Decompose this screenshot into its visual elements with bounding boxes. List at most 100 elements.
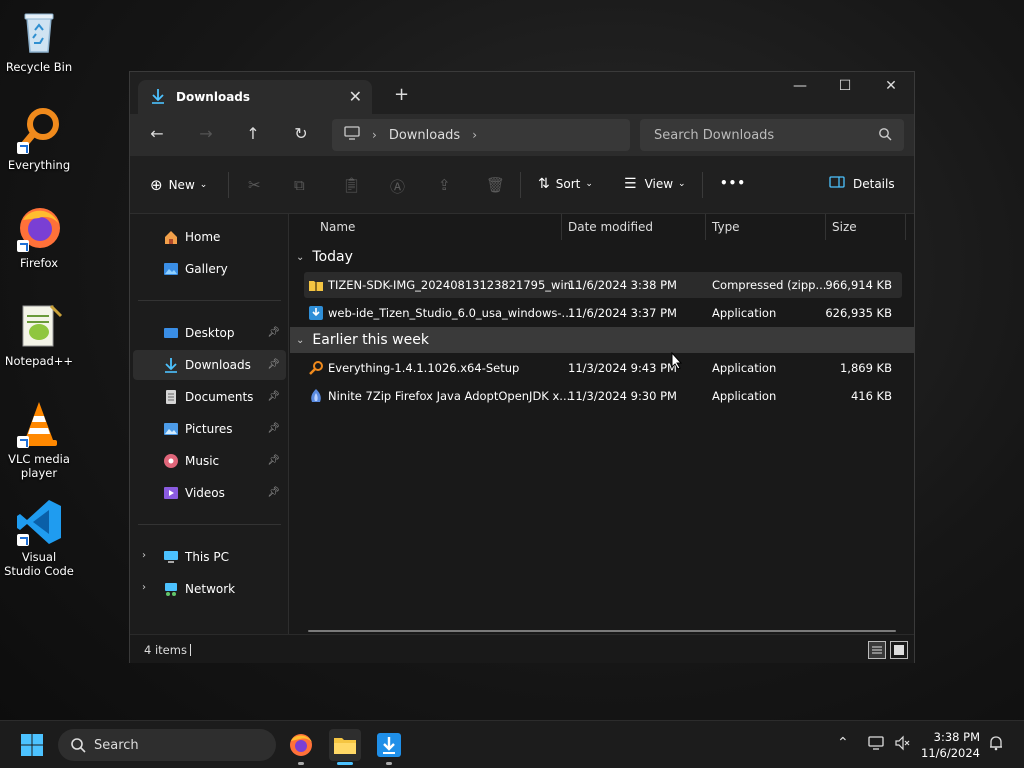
close-button[interactable]: ✕ xyxy=(876,78,906,94)
ninite-app-icon xyxy=(308,388,324,404)
group-header-earlier-this-week[interactable]: ⌄ Earlier this week xyxy=(290,327,914,353)
chevron-down-icon: ⌄ xyxy=(199,180,208,190)
tab-downloads[interactable]: Downloads ✕ xyxy=(138,80,372,114)
running-indicator xyxy=(386,762,392,765)
file-row[interactable]: Ninite 7Zip Firefox Java AdoptOpenJDK x.… xyxy=(304,383,902,409)
start-button[interactable] xyxy=(20,733,44,760)
cut-button[interactable]: ✂ xyxy=(248,176,261,194)
file-name: web-ide_Tizen_Studio_6.0_usa_windows-... xyxy=(328,306,573,320)
chevron-down-icon: ⌄ xyxy=(585,179,593,189)
file-row[interactable]: TIZEN-SDK-IMG_20240813123821795_win... 1… xyxy=(304,272,902,298)
sort-button[interactable]: ⇅ Sort ⌄ xyxy=(538,176,593,192)
view-button-label: View xyxy=(644,177,674,191)
mouse-cursor-icon xyxy=(671,351,683,373)
volume-muted-icon[interactable] xyxy=(894,735,910,755)
desktop-icon-everything[interactable]: Everything xyxy=(0,106,78,172)
video-icon xyxy=(163,485,179,501)
copy-button[interactable]: ⧉ xyxy=(294,176,305,194)
nav-item-network[interactable]: › Network xyxy=(133,574,286,604)
share-button[interactable]: ⇪ xyxy=(438,176,451,194)
new-button-label: New xyxy=(168,178,195,192)
address-bar[interactable]: › Downloads › xyxy=(332,119,630,151)
home-icon xyxy=(163,229,179,245)
rename-button[interactable]: Ⓐ xyxy=(390,176,405,197)
file-row[interactable]: Everything-1.4.1.1026.x64-Setup 11/3/202… xyxy=(304,355,902,381)
file-size: 626,935 KB xyxy=(825,306,892,320)
refresh-button[interactable]: ↻ xyxy=(289,124,313,146)
new-button[interactable]: ⊕ New ⌄ xyxy=(150,176,207,194)
chevron-down-icon: ⌄ xyxy=(296,251,305,263)
file-explorer-window: Downloads ✕ + — ☐ ✕ ← → ↑ ↻ › Downloads … xyxy=(129,71,915,663)
taskbar-firefox-button[interactable] xyxy=(285,729,317,765)
chevron-right-icon[interactable]: › xyxy=(472,128,477,142)
column-header-size[interactable]: Size xyxy=(824,214,906,240)
expand-chevron-icon[interactable]: › xyxy=(142,550,146,561)
nav-divider xyxy=(138,300,281,301)
taskbar-search-box[interactable]: Search xyxy=(58,729,276,761)
pin-icon[interactable]: 📌︎ xyxy=(267,487,280,498)
group-header-today[interactable]: ⌄ Today xyxy=(290,244,914,270)
clock-date: 11/6/2024 xyxy=(921,746,980,760)
up-button[interactable]: ↑ xyxy=(241,124,265,146)
desktop-icon-notepadpp[interactable]: Notepad++ xyxy=(0,302,78,368)
notification-bell-icon[interactable] xyxy=(988,735,1004,755)
view-lines-icon: ☰ xyxy=(624,176,637,192)
forward-button[interactable]: → xyxy=(194,124,218,146)
system-clock[interactable]: 3:38 PM 11/6/2024 xyxy=(921,729,980,761)
navigation-bar: ← → ↑ ↻ › Downloads › Search Downloads xyxy=(130,114,914,156)
chevron-right-icon[interactable]: › xyxy=(372,128,377,142)
nav-item-label: Pictures xyxy=(185,422,233,436)
pin-icon[interactable]: 📌︎ xyxy=(267,327,280,338)
nav-item-downloads[interactable]: Downloads 📌︎ xyxy=(133,350,286,380)
back-button[interactable]: ← xyxy=(145,124,169,146)
nav-item-videos[interactable]: Videos 📌︎ xyxy=(133,478,286,508)
nav-item-pictures[interactable]: Pictures 📌︎ xyxy=(133,414,286,444)
nav-item-gallery[interactable]: Gallery xyxy=(133,254,286,284)
details-view-button[interactable] xyxy=(868,641,886,659)
show-hidden-icons-button[interactable]: ⌃ xyxy=(837,735,849,751)
pin-icon[interactable]: 📌︎ xyxy=(267,359,280,370)
minimize-button[interactable]: — xyxy=(785,78,815,94)
column-header-name[interactable]: Name xyxy=(312,214,562,240)
breadcrumb-item[interactable]: Downloads xyxy=(389,128,460,143)
view-button[interactable]: ☰ View ⌄ xyxy=(624,176,686,192)
firefox-icon xyxy=(15,204,63,252)
folder-icon xyxy=(334,738,356,754)
shortcut-arrow-icon xyxy=(17,436,29,448)
nav-item-this-pc[interactable]: › This PC xyxy=(133,542,286,572)
column-header-date-modified[interactable]: Date modified xyxy=(560,214,706,240)
desktop-icon-recycle-bin[interactable]: Recycle Bin xyxy=(0,8,78,74)
item-count: 4 items xyxy=(144,643,187,657)
tab-close-button[interactable]: ✕ xyxy=(349,87,362,106)
nav-item-label: Music xyxy=(185,454,220,468)
nav-item-documents[interactable]: Documents 📌︎ xyxy=(133,382,286,412)
details-pane-button[interactable]: Details xyxy=(829,176,895,191)
pin-icon[interactable]: 📌︎ xyxy=(267,391,280,402)
desktop-icon-firefox[interactable]: Firefox xyxy=(0,204,78,270)
horizontal-scrollbar[interactable] xyxy=(308,630,896,632)
delete-button[interactable]: 🗑︎ xyxy=(486,176,505,194)
expand-chevron-icon[interactable]: › xyxy=(142,582,146,593)
desktop-icon-vlc[interactable]: VLC media player xyxy=(0,400,78,480)
tiles-view-button[interactable] xyxy=(890,641,908,659)
taskbar-file-explorer-button[interactable] xyxy=(329,729,361,765)
taskbar-downloader-button[interactable] xyxy=(373,729,405,765)
nav-item-music[interactable]: Music 📌︎ xyxy=(133,446,286,476)
navigation-pane: Home Gallery Desktop 📌︎ Downloads 📌︎ Doc… xyxy=(130,214,289,634)
maximize-button[interactable]: ☐ xyxy=(830,78,860,94)
nav-item-home[interactable]: Home xyxy=(133,222,286,252)
desktop-icon-vscode[interactable]: Visual Studio Code xyxy=(0,498,78,578)
chevron-down-icon: ⌄ xyxy=(296,334,305,346)
search-input[interactable]: Search Downloads xyxy=(640,119,904,151)
sort-button-label: Sort xyxy=(555,177,581,191)
pin-icon[interactable]: 📌︎ xyxy=(267,455,280,466)
pin-icon[interactable]: 📌︎ xyxy=(267,423,280,434)
nav-item-desktop[interactable]: Desktop 📌︎ xyxy=(133,318,286,348)
new-tab-button[interactable]: + xyxy=(394,84,409,105)
column-header-type[interactable]: Type xyxy=(704,214,826,240)
network-status-icon[interactable] xyxy=(868,735,886,755)
more-options-button[interactable]: ••• xyxy=(720,176,746,190)
paste-button[interactable]: 📋︎ xyxy=(342,176,361,194)
file-row[interactable]: web-ide_Tizen_Studio_6.0_usa_windows-...… xyxy=(304,300,902,326)
desktop-icon-label: VLC media player xyxy=(8,452,70,480)
